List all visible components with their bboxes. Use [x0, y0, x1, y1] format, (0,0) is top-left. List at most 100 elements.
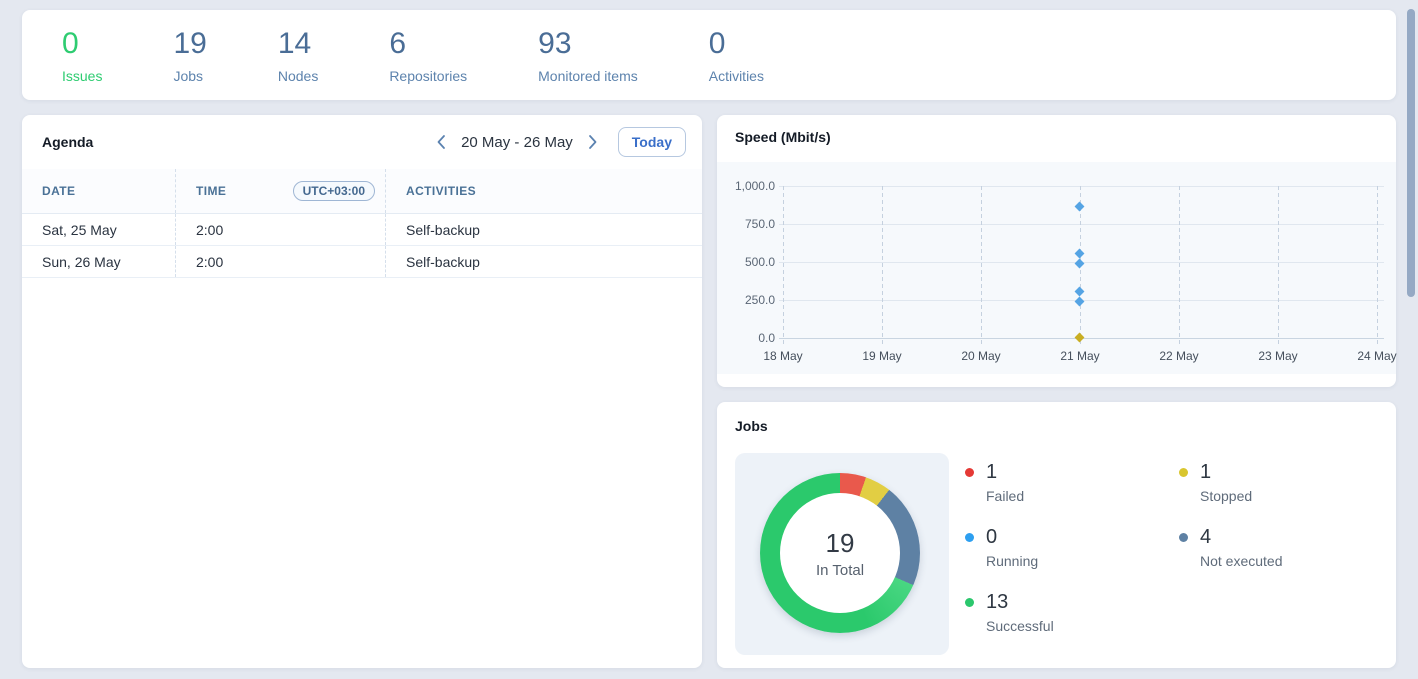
chevron-left-icon	[435, 134, 446, 150]
stat-value: 0	[709, 27, 764, 61]
failed-dot-icon	[965, 468, 974, 477]
successful-dot-icon	[965, 598, 974, 607]
speed-chart-title: Speed (Mbit/s)	[735, 129, 831, 145]
chevron-right-icon	[588, 134, 599, 150]
gridline-vertical	[1179, 186, 1180, 344]
legend-value: 1	[986, 461, 1024, 484]
stats-row: 0 Issues 19 Jobs 14 Nodes 6 Repositories…	[22, 10, 1396, 84]
speed-y-axis: 1,000.0750.0500.0250.00.0	[717, 186, 775, 338]
y-tick-label: 0.0	[758, 331, 775, 345]
legend-label: Successful	[986, 618, 1054, 634]
jobs-panel: Jobs 19 In Total 1 Failed 0 Running	[717, 402, 1396, 668]
column-header-date: DATE	[22, 169, 176, 213]
stat-label: Nodes	[278, 68, 318, 84]
legend-value: 0	[986, 526, 1038, 549]
y-tick-label: 250.0	[745, 293, 775, 307]
scrollbar-thumb[interactable]	[1407, 9, 1415, 297]
running-dot-icon	[965, 533, 974, 542]
stat-label: Monitored items	[538, 68, 638, 84]
y-tick-label: 750.0	[745, 217, 775, 231]
stat-value: 14	[278, 27, 318, 61]
column-header-time-label: TIME	[196, 184, 226, 198]
stat-value: 93	[538, 27, 638, 61]
legend-value: 4	[1200, 526, 1283, 549]
agenda-table: DATE TIME UTC+03:00 ACTIVITIES Sat, 25 M…	[22, 169, 702, 278]
gridline-vertical	[1377, 186, 1378, 344]
column-header-time: TIME UTC+03:00	[176, 169, 386, 213]
x-tick-label: 22 May	[1159, 349, 1198, 363]
gridline-vertical	[882, 186, 883, 344]
x-tick-label: 23 May	[1258, 349, 1297, 363]
stat-jobs[interactable]: 19 Jobs	[173, 27, 206, 84]
agenda-week-controls: 20 May - 26 May Today	[433, 127, 686, 157]
stat-value: 0	[62, 27, 102, 61]
stat-repositories[interactable]: 6 Repositories	[389, 27, 467, 84]
column-header-activities: ACTIVITIES	[386, 169, 702, 213]
agenda-table-header: DATE TIME UTC+03:00 ACTIVITIES	[22, 169, 702, 214]
agenda-row-date: Sat, 25 May	[22, 214, 176, 245]
y-tick-label: 500.0	[745, 255, 775, 269]
x-tick-label: 18 May	[763, 349, 802, 363]
jobs-total-value: 19	[826, 528, 855, 559]
gridline-horizontal	[779, 186, 1384, 187]
date-range-label: 20 May - 26 May	[457, 134, 577, 151]
timezone-badge[interactable]: UTC+03:00	[293, 181, 375, 201]
x-tick-label: 21 May	[1060, 349, 1099, 363]
agenda-row-time: 2:00	[176, 214, 386, 245]
legend-label: Not executed	[1200, 553, 1283, 569]
today-button[interactable]: Today	[618, 127, 686, 157]
legend-label: Running	[986, 553, 1038, 569]
legend-item-successful[interactable]: 13 Successful	[965, 591, 1054, 634]
stat-value: 19	[173, 27, 206, 61]
jobs-total-label: In Total	[816, 562, 864, 579]
speed-plot	[783, 186, 1377, 338]
next-week-button[interactable]	[586, 132, 601, 152]
stat-issues[interactable]: 0 Issues	[62, 27, 102, 84]
y-tick-label: 1,000.0	[735, 179, 775, 193]
prev-week-button[interactable]	[433, 132, 448, 152]
speed-data-point	[1075, 248, 1085, 258]
gridline-vertical	[783, 186, 784, 344]
speed-data-point	[1075, 286, 1085, 296]
speed-data-point	[1075, 296, 1085, 306]
stat-label: Jobs	[173, 68, 206, 84]
stat-monitored-items[interactable]: 93 Monitored items	[538, 27, 638, 84]
stat-nodes[interactable]: 14 Nodes	[278, 27, 318, 84]
x-tick-label: 24 May	[1357, 349, 1396, 363]
agenda-row-time: 2:00	[176, 246, 386, 277]
stopped-dot-icon	[1179, 468, 1188, 477]
stat-label: Issues	[62, 68, 102, 84]
speed-data-point	[1075, 258, 1085, 268]
legend-item-not-executed[interactable]: 4 Not executed	[1179, 526, 1283, 569]
stat-activities[interactable]: 0 Activities	[709, 27, 764, 84]
jobs-donut-chart: 19 In Total	[760, 473, 920, 633]
jobs-legend-column-2: 1 Stopped 4 Not executed	[1179, 461, 1283, 591]
legend-item-failed[interactable]: 1 Failed	[965, 461, 1054, 504]
stat-label: Repositories	[389, 68, 467, 84]
legend-value: 1	[1200, 461, 1252, 484]
jobs-title: Jobs	[735, 418, 768, 434]
agenda-row-activity: Self-backup	[386, 214, 702, 245]
legend-item-stopped[interactable]: 1 Stopped	[1179, 461, 1283, 504]
summary-stats-card: 0 Issues 19 Jobs 14 Nodes 6 Repositories…	[22, 10, 1396, 100]
jobs-donut-center: 19 In Total	[780, 493, 900, 613]
agenda-header: Agenda 20 May - 26 May Today	[22, 115, 702, 169]
speed-panel: Speed (Mbit/s) 1,000.0 750.0 500.0 250.0 0.0…	[717, 115, 1396, 387]
x-tick-label: 20 May	[961, 349, 1000, 363]
legend-value: 13	[986, 591, 1054, 614]
agenda-row: Sat, 25 May 2:00 Self-backup	[22, 214, 702, 246]
agenda-panel: Agenda 20 May - 26 May Today DATE TIME U…	[22, 115, 702, 668]
gridline-vertical	[1278, 186, 1279, 344]
x-tick-label: 19 May	[862, 349, 901, 363]
jobs-donut-card: 19 In Total	[735, 453, 949, 655]
agenda-title: Agenda	[42, 134, 93, 150]
agenda-row: Sun, 26 May 2:00 Self-backup	[22, 246, 702, 278]
legend-item-running[interactable]: 0 Running	[965, 526, 1054, 569]
gridline-horizontal	[779, 224, 1384, 225]
legend-label: Failed	[986, 488, 1024, 504]
stat-value: 6	[389, 27, 467, 61]
jobs-legend-column-1: 1 Failed 0 Running 13 Successful	[965, 461, 1054, 656]
agenda-row-activity: Self-backup	[386, 246, 702, 277]
not-executed-dot-icon	[1179, 533, 1188, 542]
legend-label: Stopped	[1200, 488, 1252, 504]
